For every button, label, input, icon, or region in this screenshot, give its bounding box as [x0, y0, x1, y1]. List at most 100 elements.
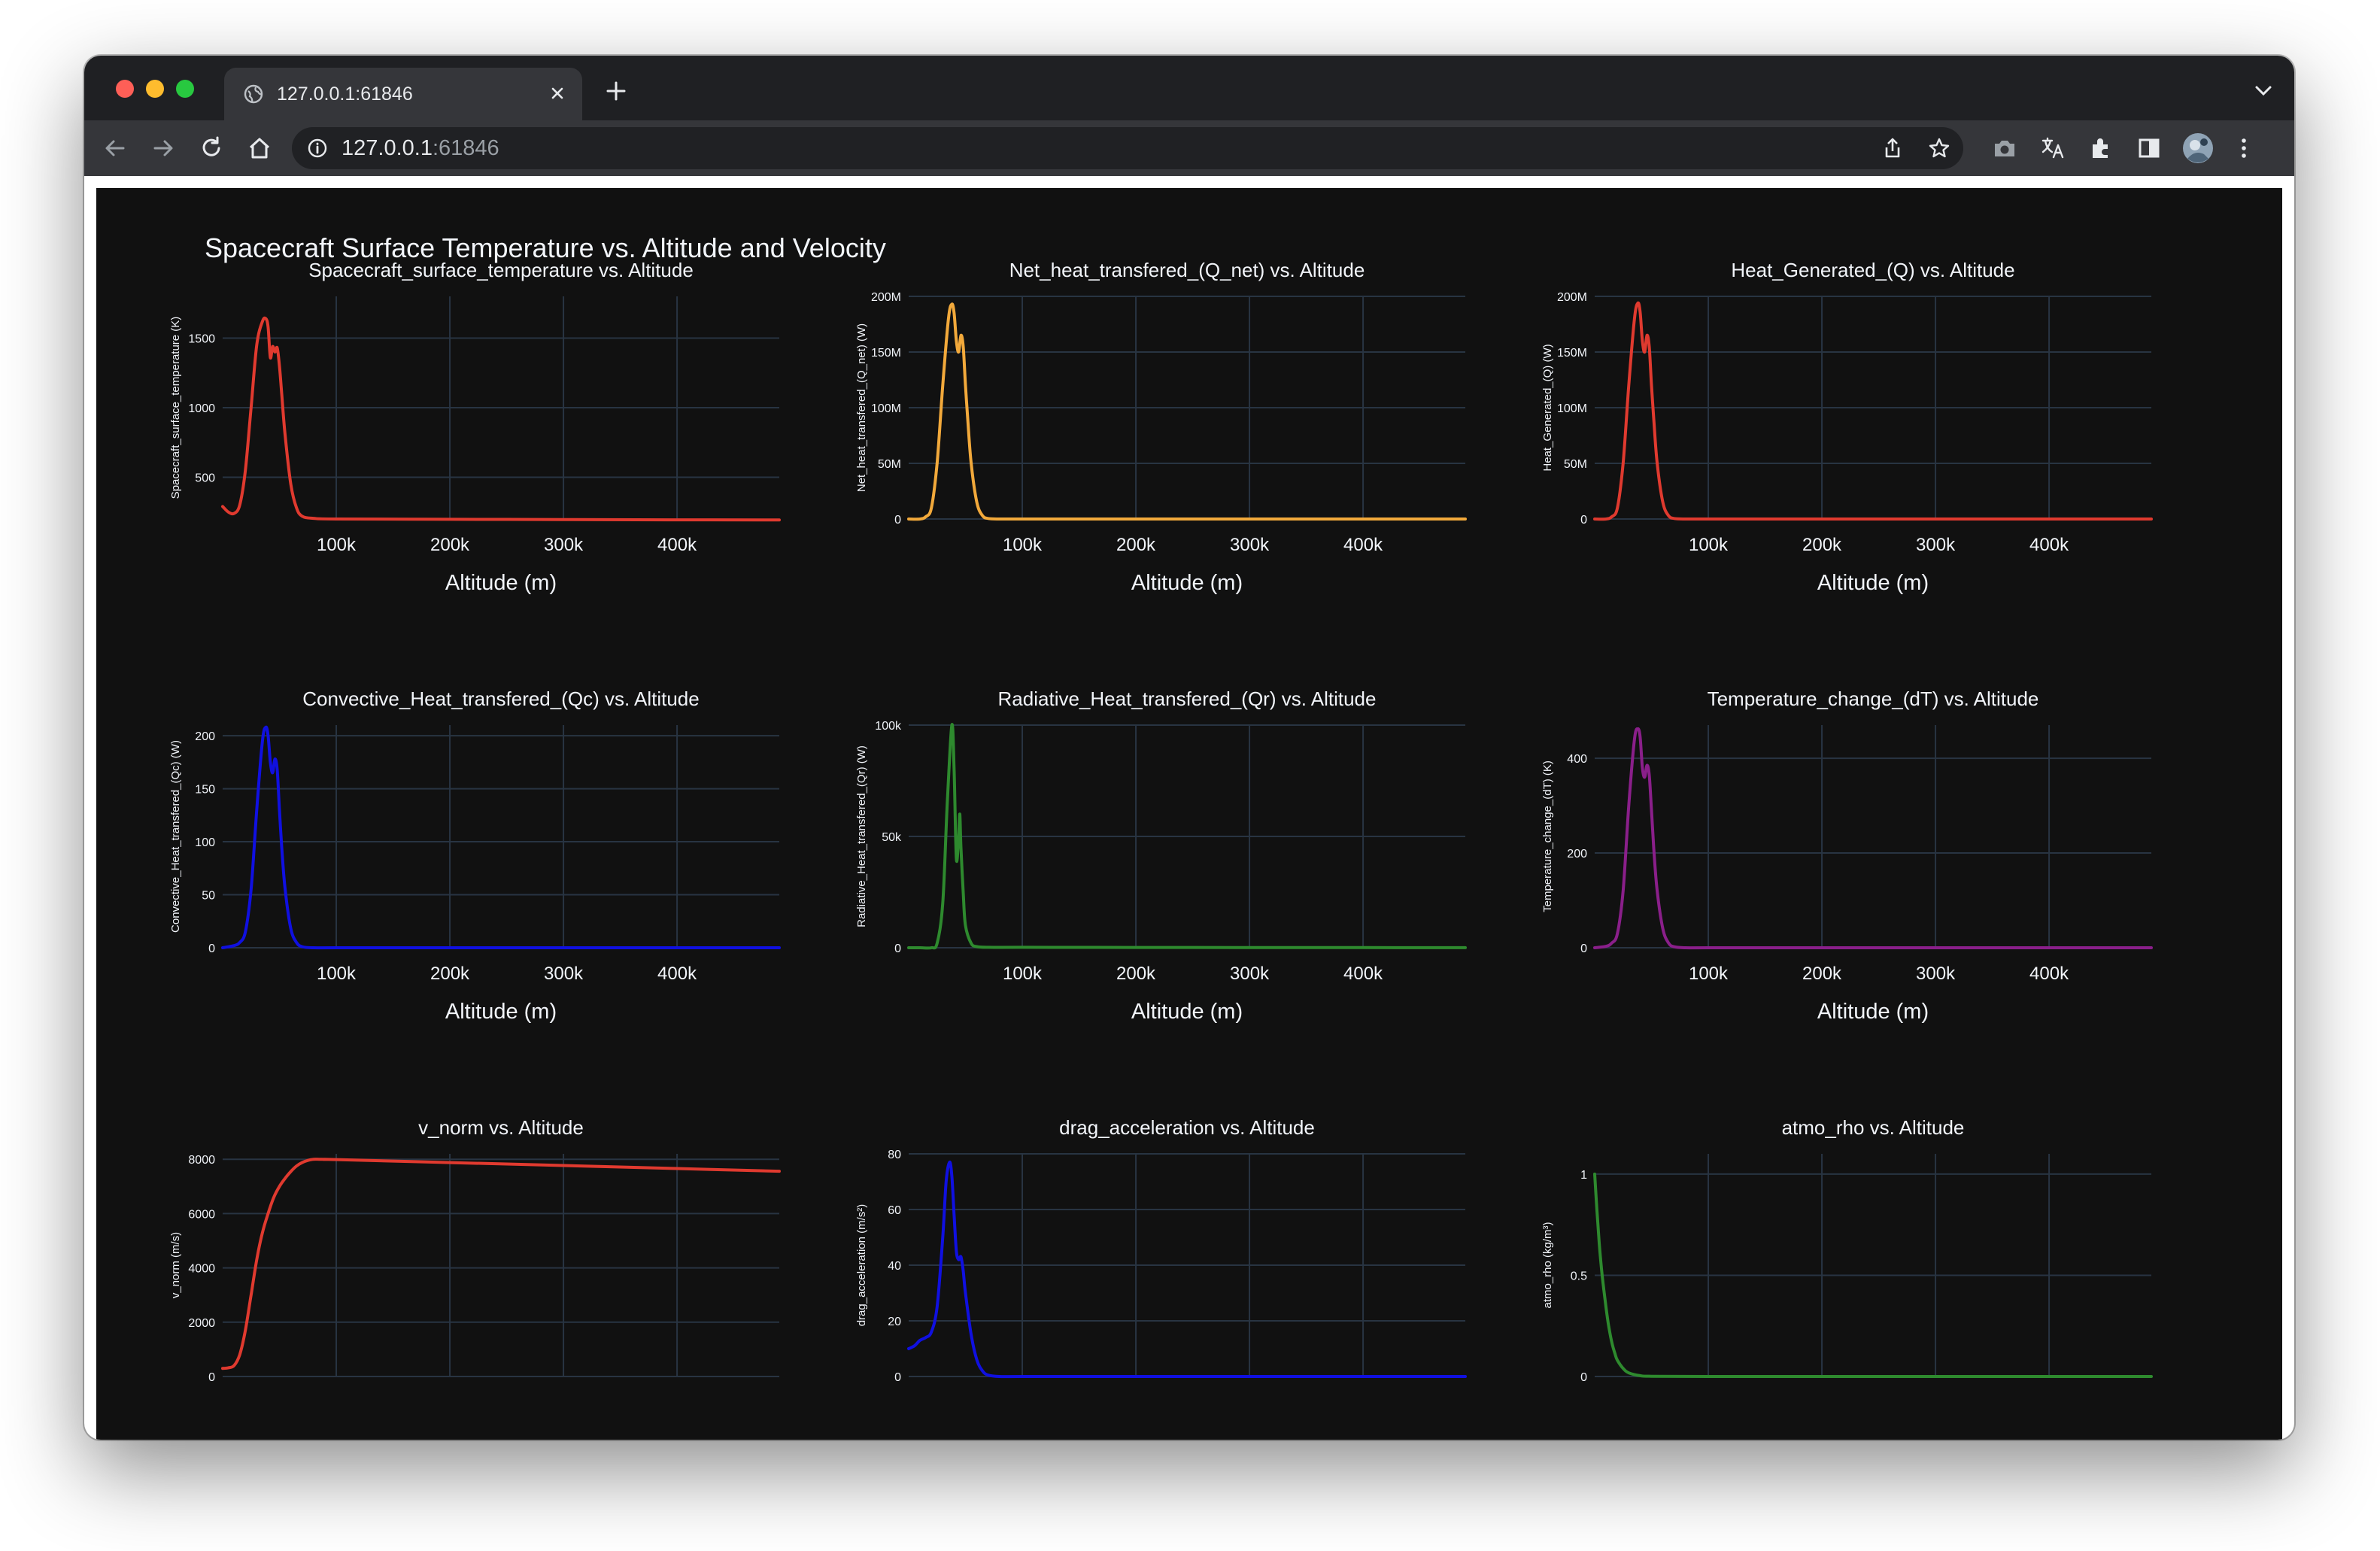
y-tick-label: 0: [1580, 942, 1587, 955]
y-tick-label: 50M: [878, 458, 901, 471]
series-line: [907, 302, 1467, 521]
y-tick-label: 400: [1567, 753, 1587, 766]
close-tab-icon[interactable]: [546, 82, 569, 105]
y-tick-label: 1000: [188, 402, 215, 415]
y-axis-label: Temperature_change_(dT) (K): [1541, 760, 1554, 912]
chart-svg-1: Spacecraft_surface_temperature vs. Altit…: [169, 259, 781, 595]
y-tick-label: 150M: [871, 347, 901, 360]
chart-svg-3: Heat_Generated_(Q) vs. Altitude 0 50M 100M 1…: [1541, 259, 2153, 595]
y-tick-label: 2000: [188, 1317, 215, 1330]
x-tick-label: 300k: [544, 964, 584, 984]
y-tick-label: 0: [894, 514, 901, 527]
chart-title: Heat_Generated_(Q) vs. Altitude: [1731, 259, 2014, 281]
share-icon[interactable]: [1881, 136, 1905, 160]
y-tick-label: 6000: [188, 1208, 215, 1221]
bookmark-star-icon[interactable]: [1927, 136, 1951, 160]
x-axis-label: Altitude (m): [1131, 1000, 1243, 1024]
new-tab-icon[interactable]: [603, 78, 629, 104]
x-axis-label: Altitude (m): [1817, 1000, 1929, 1024]
y-tick-label: 1: [1580, 1169, 1587, 1182]
y-tick-label: 20: [888, 1316, 901, 1328]
x-tick-label: 400k: [1343, 535, 1383, 555]
y-tick-label: 50M: [1564, 458, 1587, 471]
chart-svg-2: Net_heat_transfered_(Q_net) vs. Altitude…: [855, 259, 1467, 595]
y-axis-label: Net_heat_transfered_(Q_net) (W): [855, 323, 868, 492]
chart-title: Temperature_change_(dT) vs. Altitude: [1708, 687, 2039, 710]
chart-svg-6: Temperature_change_(dT) vs. Altitude 0 200…: [1541, 687, 2153, 1024]
y-tick-label: 0: [1580, 1371, 1587, 1384]
reload-icon[interactable]: [197, 134, 226, 162]
avatar[interactable]: [2181, 132, 2215, 165]
extensions-icon[interactable]: [2087, 134, 2115, 162]
x-tick-label: 200k: [1116, 964, 1156, 984]
series-line: [1593, 727, 2153, 950]
browser-window: 127.0.0.1:61846 127.0.0.1:61846 Spacecra…: [84, 56, 2294, 1440]
x-tick-label: 200k: [430, 535, 470, 555]
x-tick-label: 100k: [1003, 535, 1043, 555]
y-tick-label: 0: [208, 1371, 215, 1384]
translate-icon[interactable]: [2038, 134, 2067, 162]
y-tick-label: 100M: [1557, 402, 1587, 415]
y-tick-label: 50k: [882, 831, 902, 844]
x-tick-label: 100k: [1689, 964, 1729, 984]
more-menu-icon[interactable]: [2230, 134, 2258, 162]
y-tick-label: 40: [888, 1260, 901, 1273]
tab-bar: 127.0.0.1:61846: [84, 56, 2294, 120]
x-tick-label: 100k: [1689, 535, 1729, 555]
series-line: [221, 725, 781, 950]
chart-panel-7: v_norm vs. Altitude 0 2000 4000 6000 8000 v_no…: [168, 1109, 830, 1440]
x-tick-label: 400k: [1343, 964, 1383, 984]
x-tick-label: 200k: [1802, 964, 1842, 984]
chart-panel-9: atmo_rho vs. Altitude 0 0.5 1 atmo_rho (kg/m…: [1541, 1109, 2202, 1440]
address-bar[interactable]: 127.0.0.1:61846: [292, 127, 1963, 169]
zoom-window-button[interactable]: [176, 80, 194, 98]
chart-panel-3: Heat_Generated_(Q) vs. Altitude 0 50M 100M 1…: [1541, 251, 2202, 597]
y-tick-label: 100k: [875, 720, 902, 733]
x-axis-label: Altitude (m): [1817, 571, 1929, 595]
home-icon[interactable]: [245, 134, 274, 162]
series-line: [1593, 301, 2153, 521]
x-tick-label: 300k: [1916, 964, 1956, 984]
chart-panel-4: Convective_Heat_transfered_(Qc) vs. Alti…: [168, 680, 830, 1026]
x-tick-label: 100k: [1003, 964, 1043, 984]
y-axis-label: v_norm (m/s): [169, 1232, 182, 1298]
browser-tab[interactable]: 127.0.0.1:61846: [224, 68, 582, 120]
camera-icon[interactable]: [1990, 134, 2019, 162]
y-axis-label: Convective_Heat_transfered_(Qc) (W): [169, 740, 182, 933]
x-axis-label: Altitude (m): [1131, 571, 1243, 595]
x-axis-label: Altitude (m): [445, 571, 557, 595]
chart-svg-4: Convective_Heat_transfered_(Qc) vs. Alti…: [169, 687, 781, 1024]
chart-svg-8: drag_acceleration vs. Altitude 0 20 40 60 80 d…: [855, 1116, 1467, 1384]
back-icon[interactable]: [101, 134, 129, 162]
chart-panel-5: Radiative_Heat_transfered_(Qr) vs. Altit…: [855, 680, 1516, 1026]
y-tick-label: 200M: [871, 291, 901, 304]
y-tick-label: 200: [195, 730, 215, 743]
y-tick-label: 500: [195, 472, 215, 485]
info-icon[interactable]: [307, 138, 328, 159]
x-axis-label: Altitude (m): [445, 1000, 557, 1024]
y-tick-label: 100M: [871, 402, 901, 415]
y-tick-label: 1500: [188, 333, 215, 346]
chevron-down-icon[interactable]: [2254, 84, 2273, 98]
close-window-button[interactable]: [116, 80, 134, 98]
url-port: :61846: [432, 136, 499, 160]
y-tick-label: 0: [1580, 514, 1587, 527]
y-axis-label: atmo_rho (kg/m³): [1541, 1222, 1554, 1308]
chart-title: Net_heat_transfered_(Q_net) vs. Altitude: [1009, 259, 1365, 281]
chart-panel-2: Net_heat_transfered_(Q_net) vs. Altitude…: [855, 251, 1516, 597]
y-tick-label: 200M: [1557, 291, 1587, 304]
minimize-window-button[interactable]: [146, 80, 164, 98]
x-tick-label: 400k: [2029, 964, 2069, 984]
y-tick-label: 0: [894, 1371, 901, 1384]
y-axis-label: Spacecraft_surface_temperature (K): [169, 317, 182, 499]
forward-icon[interactable]: [149, 134, 178, 162]
y-tick-label: 50: [202, 890, 215, 903]
side-panel-icon[interactable]: [2135, 134, 2163, 162]
y-tick-label: 60: [888, 1204, 901, 1217]
page-content: Spacecraft Surface Temperature vs. Altit…: [96, 188, 2282, 1440]
y-tick-label: 200: [1567, 848, 1587, 860]
x-tick-label: 300k: [544, 535, 584, 555]
chart-title: drag_acceleration vs. Altitude: [1059, 1116, 1315, 1139]
chart-title: atmo_rho vs. Altitude: [1782, 1116, 1965, 1139]
chart-panel-8: drag_acceleration vs. Altitude 0 20 40 60 80 d…: [855, 1109, 1516, 1440]
